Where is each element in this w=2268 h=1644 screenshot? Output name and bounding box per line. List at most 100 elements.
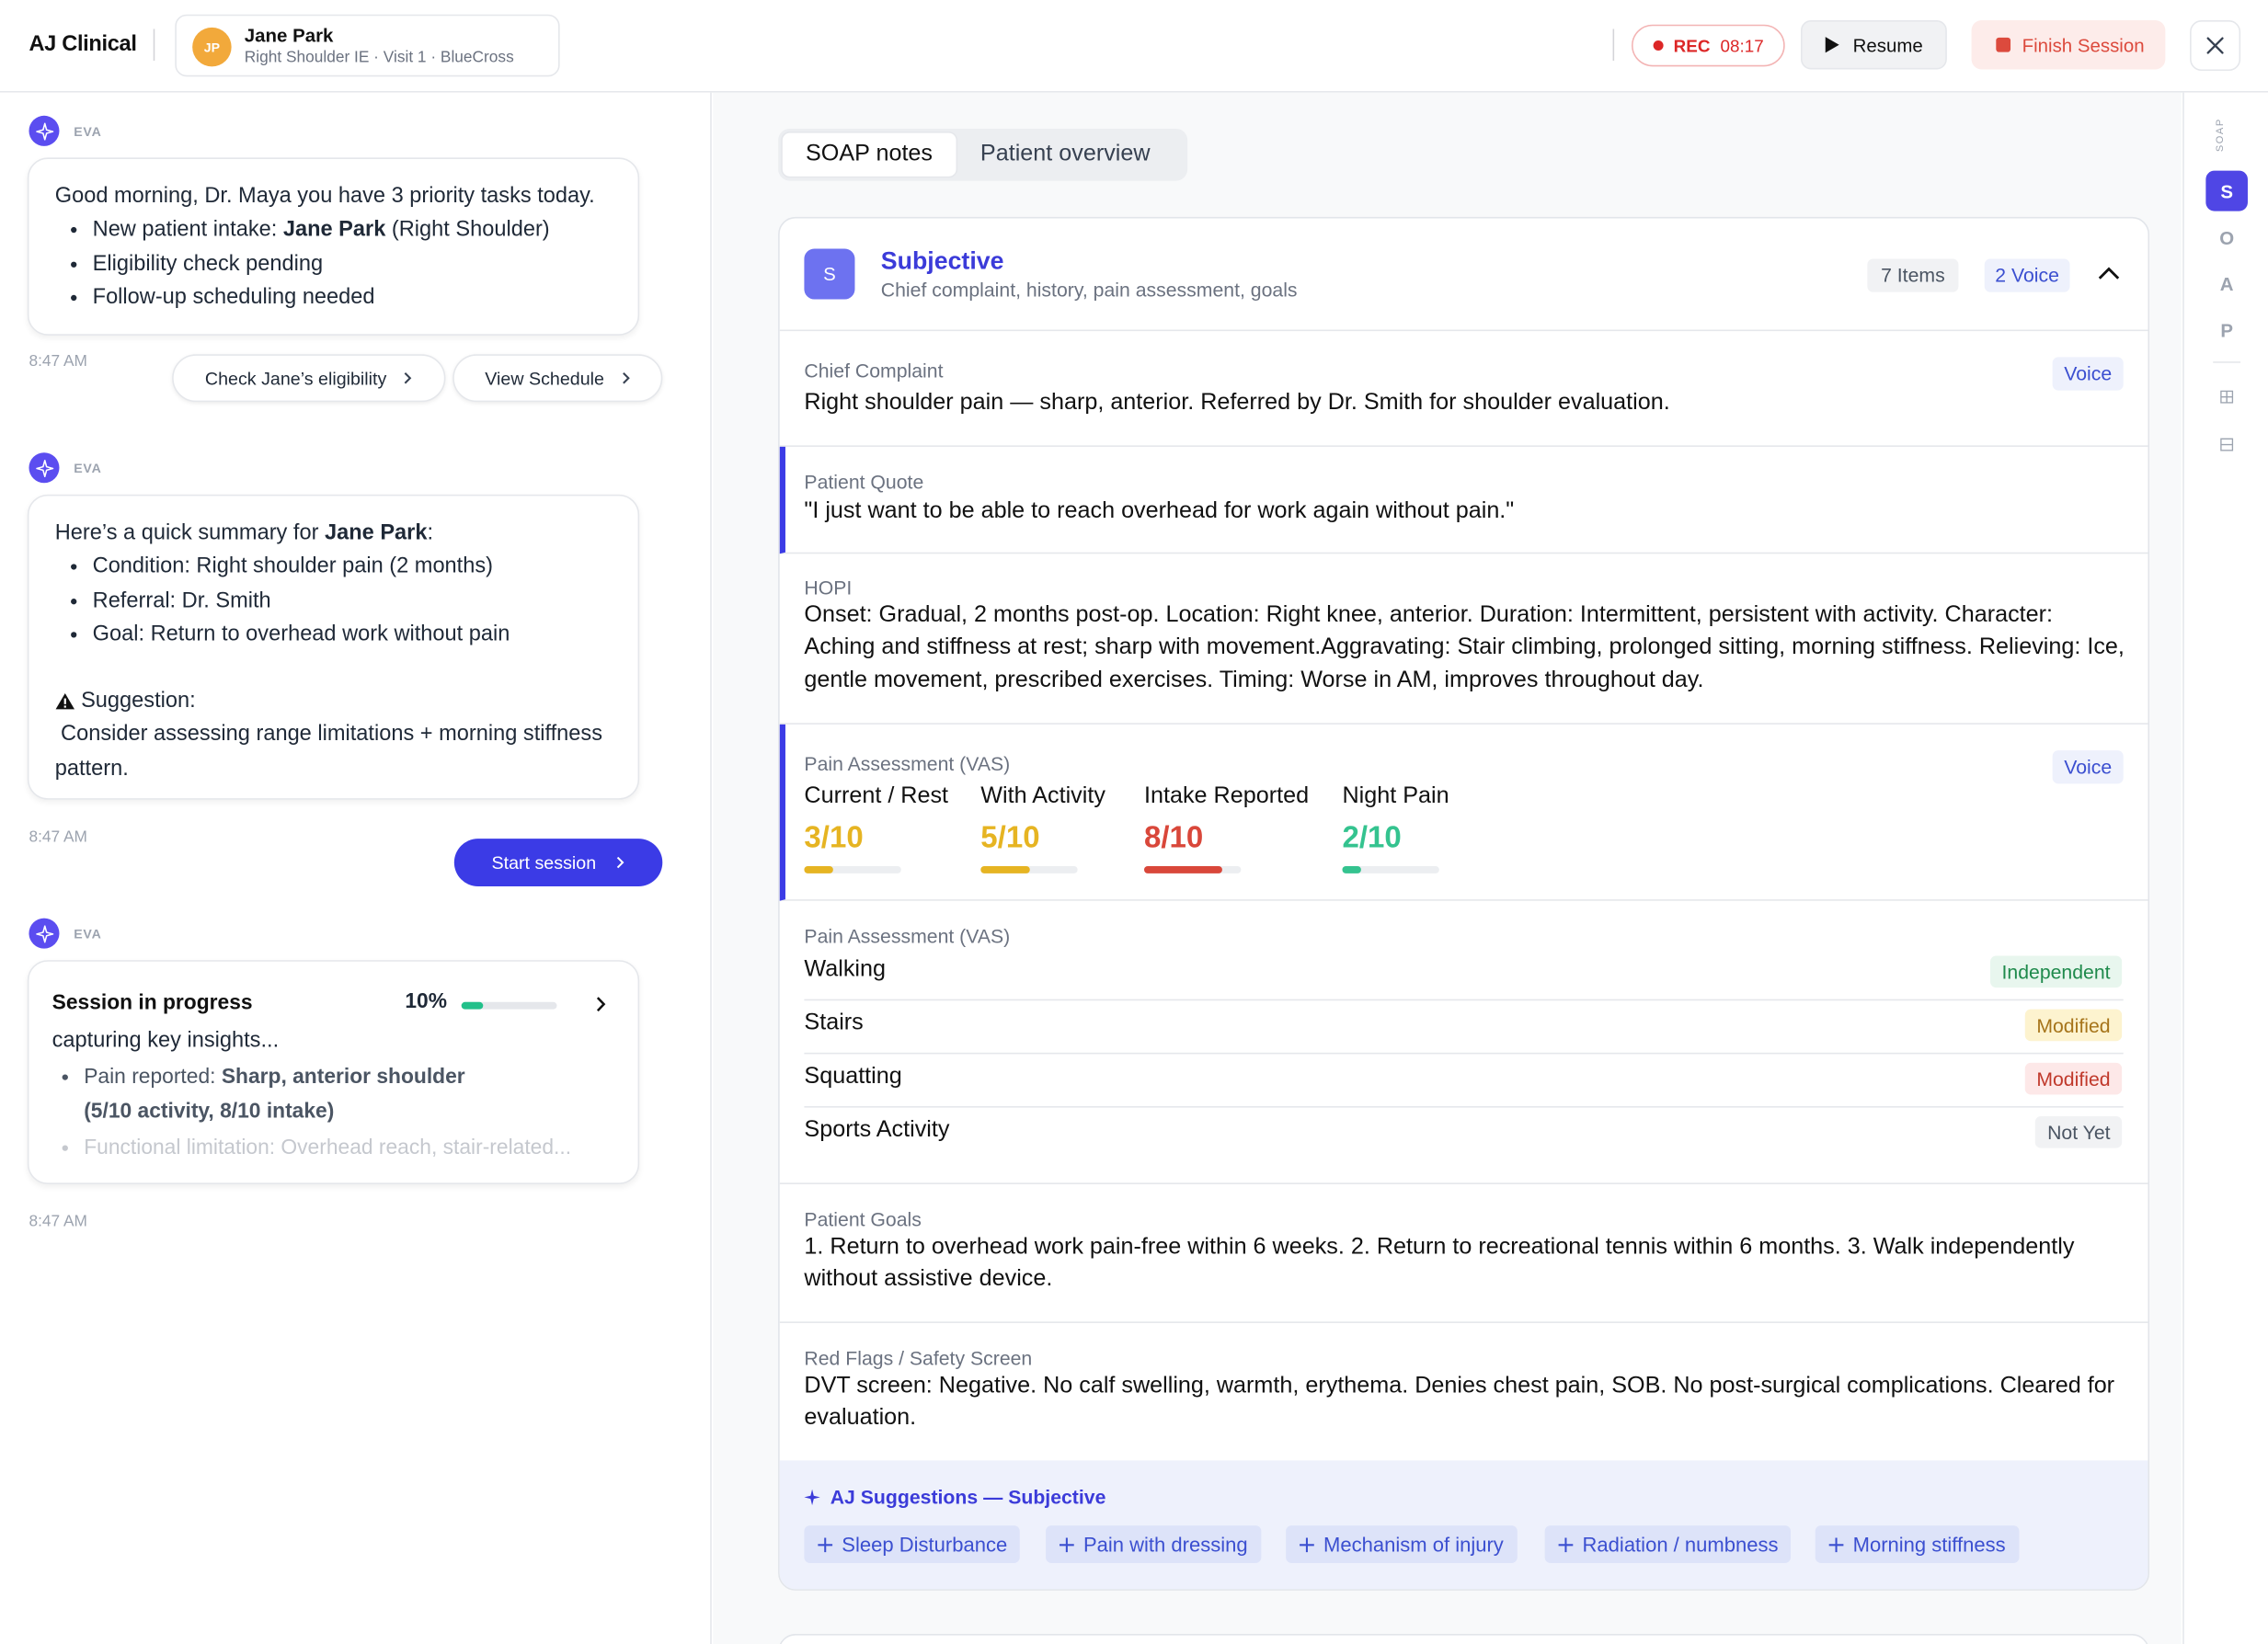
patient-chip[interactable]: JP Jane Park Right Shoulder IE · Visit 1… <box>175 14 560 77</box>
chip-label: Morning stiffness <box>1852 1532 2006 1557</box>
pain-assessment-row[interactable]: Pain Assessment (VAS) Voice Current / Re… <box>779 724 2148 901</box>
voice-count-badge: 2 Voice <box>1984 258 2070 292</box>
rail-item-s[interactable]: S <box>2205 170 2248 211</box>
suggestions-title: AJ Suggestions — Subjective <box>804 1486 1106 1509</box>
intro-bold: Jane Park <box>324 520 428 545</box>
status-badge: Modified <box>2024 1009 2123 1042</box>
sparkle-icon <box>29 115 60 146</box>
patient-goals-row[interactable]: Patient Goals 1. Return to overhead work… <box>779 1184 2148 1323</box>
divider <box>153 29 155 62</box>
chip-label: Mechanism of injury <box>1323 1532 1504 1557</box>
insight-list: Pain reported: Sharp, anterior shoulder … <box>52 1059 615 1166</box>
finish-session-label: Finish Session <box>2022 33 2145 56</box>
close-button[interactable] <box>2190 20 2241 72</box>
vas-item: Current / Rest 3/10 <box>804 783 948 873</box>
suggestion-chip[interactable]: Mechanism of injury <box>1286 1525 1517 1563</box>
functional-name: Sports Activity <box>804 1117 950 1143</box>
list-item: New patient intake: Jane Park (Right Sho… <box>93 213 613 247</box>
status-badge: Modified <box>2024 1062 2123 1095</box>
finish-session-button[interactable]: Finish Session <box>1971 20 2166 70</box>
red-flags-row[interactable]: Red Flags / Safety Screen DVT screen: Ne… <box>780 1323 2148 1460</box>
timestamp: 8:47 AM <box>29 828 87 846</box>
assistant-panel: EVA Good morning, Dr. Maya you have 3 pr… <box>0 92 712 1644</box>
field-label: Pain Assessment (VAS) <box>804 753 1011 775</box>
agent-header: EVA <box>29 452 102 484</box>
voice-badge: Voice <box>2052 750 2124 784</box>
status-badge: Independent <box>1989 955 2123 988</box>
chevron-up-icon[interactable] <box>2097 266 2120 280</box>
vas-score: 2/10 <box>1342 821 1402 855</box>
warning-icon <box>55 692 75 710</box>
recording-indicator: REC 08:17 <box>1632 24 1785 67</box>
sparkle-icon <box>804 1489 820 1506</box>
suggestion-heading: Suggestion: <box>55 684 612 718</box>
vas-label: With Activity <box>980 783 1105 809</box>
tab-patient-overview[interactable]: Patient overview <box>957 131 1174 177</box>
session-progress-card[interactable]: Session in progress 10% capturing key in… <box>27 960 640 1184</box>
functional-assessment-row[interactable]: Pain Assessment (VAS) Walking Independent… <box>779 901 2148 1184</box>
chevron-right-icon[interactable] <box>596 997 606 1012</box>
view-schedule-button[interactable]: View Schedule <box>452 354 663 403</box>
tab-soap-notes[interactable]: SOAP notes <box>781 131 957 178</box>
patient-quote-row[interactable]: Patient Quote "I just want to be able to… <box>779 446 2148 554</box>
section-subtitle: Chief complaint, history, pain assessmen… <box>880 279 1298 302</box>
summary-list: Condition: Right shoulder pain (2 months… <box>55 550 612 651</box>
section-header[interactable]: S Subjective Chief complaint, history, p… <box>779 218 2148 332</box>
vas-bar-fill <box>1342 865 1362 873</box>
layout-icon[interactable] <box>2220 438 2234 451</box>
rail-item-o[interactable]: O <box>2205 217 2248 257</box>
suggestion-chip[interactable]: Radiation / numbness <box>1544 1525 1792 1563</box>
resume-label: Resume <box>1852 33 1923 56</box>
soap-rail: SOAP S O A P <box>2182 92 2268 1644</box>
chevron-right-icon <box>616 856 624 869</box>
chip-label: Pain with dressing <box>1082 1532 1248 1557</box>
field-value: Right shoulder pain — sharp, anterior. R… <box>804 390 1670 416</box>
section-badge: S <box>804 248 855 300</box>
agent-name: EVA <box>74 460 102 475</box>
rec-timer: 08:17 <box>1720 35 1764 56</box>
agent-name: EVA <box>74 123 102 139</box>
intro-text: : <box>427 520 434 545</box>
list-item: Condition: Right shoulder pain (2 months… <box>93 550 613 584</box>
functional-name: Squatting <box>804 1064 902 1090</box>
rail-label: SOAP <box>2216 118 2227 153</box>
resume-button[interactable]: Resume <box>1801 20 1947 70</box>
list-item: Functional limitation: Overhead reach, s… <box>84 1130 614 1166</box>
list-item: Goal: Return to overhead work without pa… <box>93 617 613 651</box>
rail-item-a[interactable]: A <box>2205 263 2248 303</box>
start-session-button[interactable]: Start session <box>453 839 663 887</box>
functional-item: Sports Activity Not Yet <box>804 1108 2123 1161</box>
suggestion-chip[interactable]: Pain with dressing <box>1046 1525 1261 1563</box>
plus-icon <box>1558 1536 1574 1552</box>
field-value: 1. Return to overhead work pain-free wit… <box>804 1235 2075 1292</box>
list-item: Follow-up scheduling needed <box>93 280 613 314</box>
vas-item: With Activity 5/10 <box>980 783 1105 873</box>
field-label: Pain Assessment (VAS) <box>804 925 1011 948</box>
ai-suggestions: AJ Suggestions — Subjective Sleep Distur… <box>779 1460 2148 1590</box>
progress-fill <box>461 1001 483 1010</box>
rail-item-p[interactable]: P <box>2205 310 2248 350</box>
task-list: New patient intake: Jane Park (Right Sho… <box>55 213 612 314</box>
vas-item: Intake Reported 8/10 <box>1144 783 1309 873</box>
suggestion-chip[interactable]: Sleep Disturbance <box>804 1525 1021 1563</box>
button-label: Check Jane’s eligibility <box>204 368 387 389</box>
chevron-right-icon <box>622 371 630 384</box>
timestamp: 8:47 AM <box>29 1213 87 1231</box>
field-value: "I just want to be able to reach overhea… <box>804 498 1515 524</box>
top-bar: AJ Clinical JP Jane Park Right Shoulder … <box>0 0 2268 93</box>
suggestions-title-text: AJ Suggestions — Subjective <box>830 1486 1106 1509</box>
suggestion-chip[interactable]: Morning stiffness <box>1815 1525 2019 1563</box>
grid-icon[interactable] <box>2220 390 2234 404</box>
functional-name: Walking <box>804 957 886 982</box>
vas-item: Night Pain 2/10 <box>1342 783 1449 873</box>
vas-bar <box>804 865 901 873</box>
check-eligibility-button[interactable]: Check Jane’s eligibility <box>172 354 446 403</box>
divider <box>2213 361 2241 363</box>
vas-bar-fill <box>980 865 1029 873</box>
hopi-row[interactable]: HOPI Onset: Gradual, 2 months post-op. L… <box>779 554 2148 725</box>
vas-label: Current / Rest <box>804 783 949 809</box>
chief-complaint-row[interactable]: Chief Complaint Right shoulder pain — sh… <box>779 331 2148 447</box>
vas-bar <box>1144 865 1242 873</box>
section-title: Subjective <box>880 246 1004 275</box>
sparkle-icon <box>29 918 60 949</box>
